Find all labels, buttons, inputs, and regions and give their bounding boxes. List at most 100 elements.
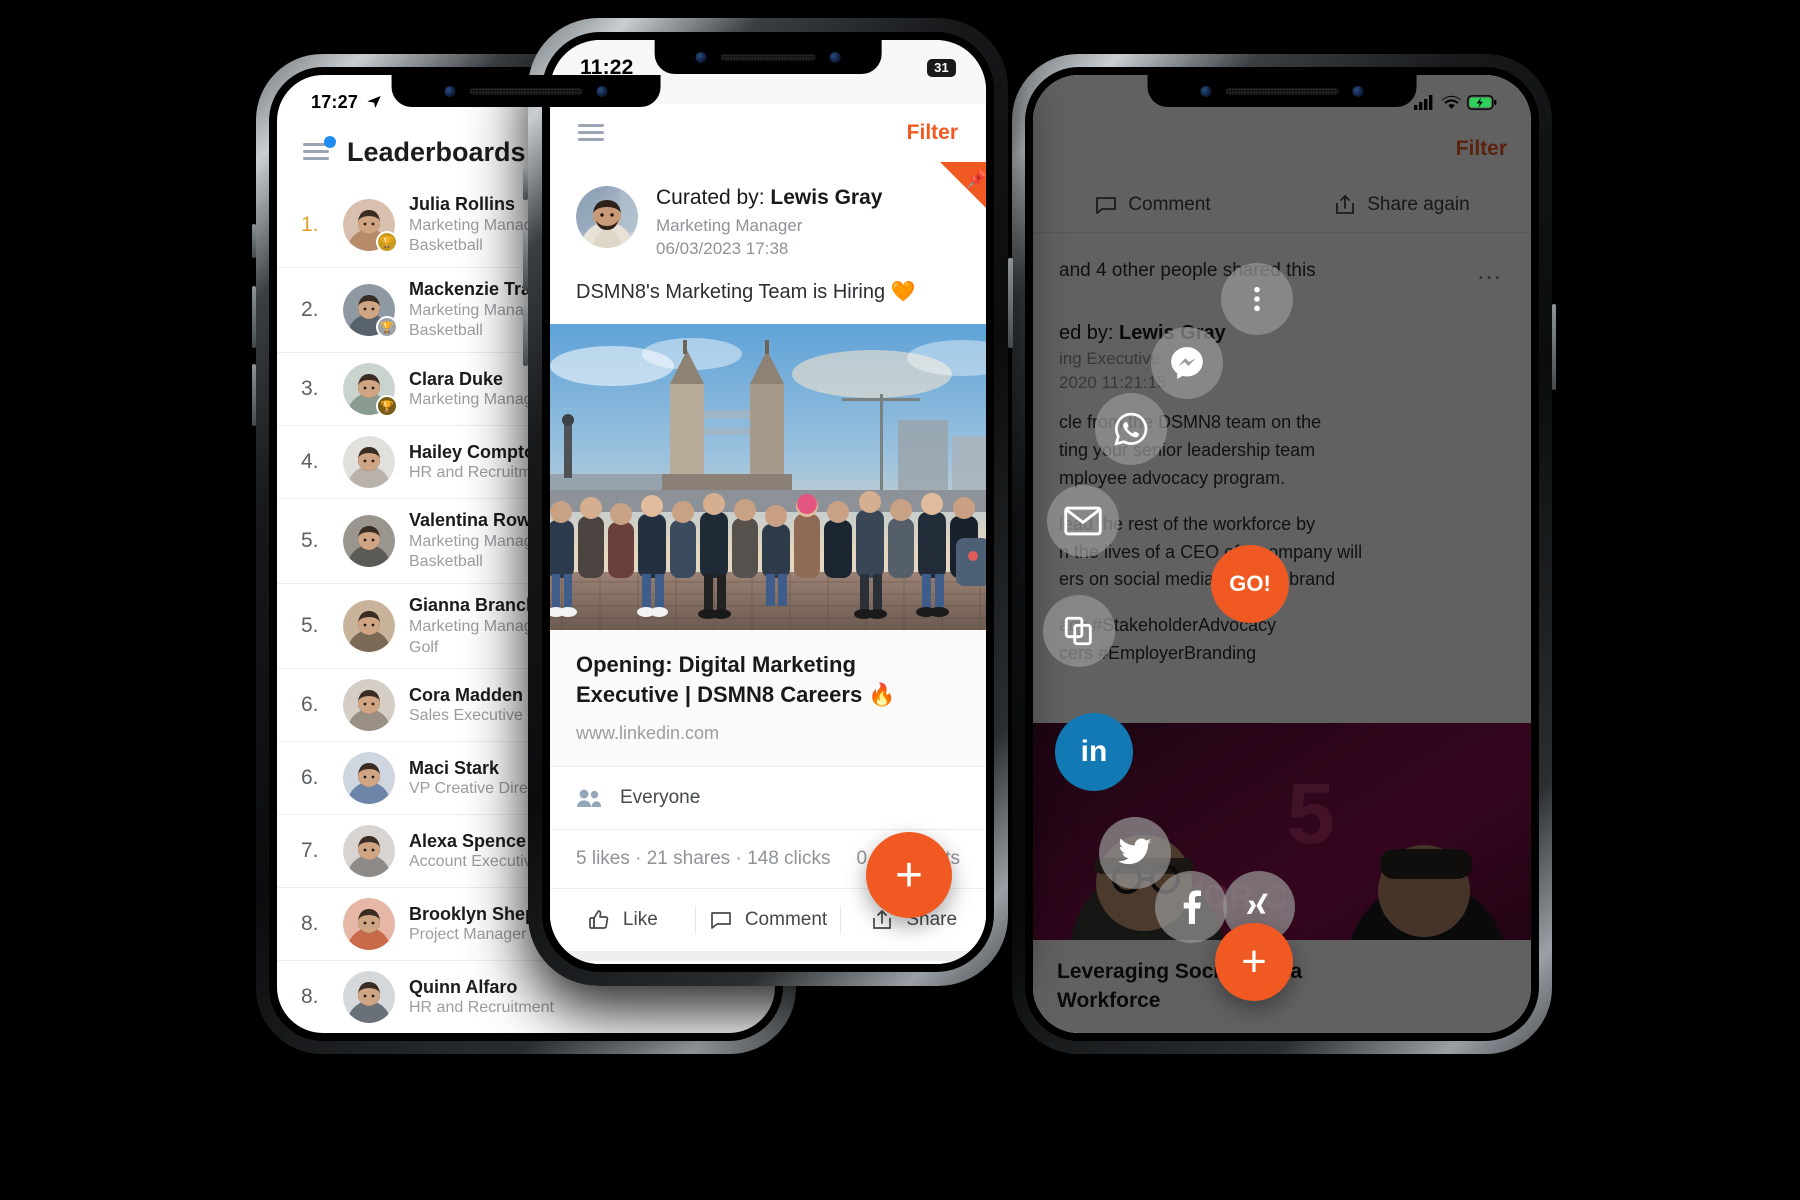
avatar xyxy=(343,825,395,878)
filter-button[interactable]: Filter xyxy=(907,121,958,145)
twitter-share-button[interactable] xyxy=(1099,817,1171,889)
leaderboard-role: Account Executive xyxy=(409,853,541,871)
post-body-text: DSMN8's Marketing Team is Hiring 🧡 xyxy=(576,281,916,303)
notch xyxy=(1147,75,1417,107)
audience-row: Everyone xyxy=(550,767,986,831)
link-preview-title: Opening: Digital Marketing Executive | D… xyxy=(576,652,896,707)
xing-icon xyxy=(1246,893,1268,914)
leaderboard-rank: 5. xyxy=(301,614,319,638)
power-button[interactable] xyxy=(1008,258,1013,348)
go-button-label: GO! xyxy=(1229,571,1271,596)
go-button[interactable]: GO! xyxy=(1211,545,1289,623)
leaderboard-name: Cora Madden xyxy=(409,684,524,705)
facebook-share-button[interactable] xyxy=(1155,871,1227,943)
hamburger-menu-icon[interactable] xyxy=(303,136,336,161)
face-id-sensor-icon xyxy=(596,85,608,97)
leaderboard-name: Clara Duke xyxy=(409,368,504,389)
avatar xyxy=(343,752,395,805)
avatar-image xyxy=(343,679,395,732)
plus-icon: + xyxy=(894,848,924,902)
volume-up-button[interactable] xyxy=(523,230,528,290)
avatar-image xyxy=(343,600,395,653)
leaderboard-person: Clara Duke Marketing Manager xyxy=(409,368,547,411)
curator-name-line: Curated by: Lewis Gray xyxy=(656,186,883,209)
whatsapp-icon xyxy=(1114,412,1148,446)
front-camera-icon xyxy=(1200,85,1212,97)
trophy-badge-icon: 🏆 xyxy=(376,231,398,254)
earpiece-speaker xyxy=(720,53,816,61)
leaderboard-rank: 7. xyxy=(301,839,319,863)
messenger-share-button[interactable] xyxy=(1151,327,1223,399)
leaderboard-rank: 8. xyxy=(301,912,319,936)
messenger-icon xyxy=(1171,347,1203,379)
leaderboard-name: Alexa Spence xyxy=(409,830,527,851)
avatar xyxy=(343,436,395,489)
leaderboard-role: Marketing Manager xyxy=(409,391,547,409)
avatar: 🏆 xyxy=(343,284,398,339)
more-options-button[interactable] xyxy=(1221,263,1293,335)
front-camera-icon xyxy=(695,51,707,63)
avatar xyxy=(343,679,395,732)
copy-icon xyxy=(1064,616,1092,646)
linkedin-share-button[interactable]: in xyxy=(1055,713,1133,791)
power-button[interactable] xyxy=(1552,304,1556,390)
right-phone-screen: Filter Comment xyxy=(1033,75,1531,1033)
battery-charging-icon xyxy=(1467,94,1497,110)
leaderboard-rank: 1. xyxy=(301,213,319,237)
avatar xyxy=(343,898,395,951)
link-preview-url: www.linkedin.com xyxy=(576,723,720,744)
facebook-icon xyxy=(1183,890,1202,924)
face-id-sensor-icon xyxy=(1352,85,1364,97)
avatar-image xyxy=(343,752,395,805)
avatar-image xyxy=(343,898,395,951)
wifi-icon xyxy=(1442,95,1461,109)
mute-switch[interactable] xyxy=(523,168,528,200)
mute-switch[interactable] xyxy=(252,224,256,258)
hamburger-menu-icon[interactable] xyxy=(578,124,604,142)
like-button[interactable]: Like xyxy=(550,908,695,932)
comment-label: Comment xyxy=(744,909,828,931)
like-label: Like xyxy=(622,909,658,931)
comment-bubble-icon xyxy=(710,912,731,930)
leaderboard-rank: 2. xyxy=(301,298,319,322)
whatsapp-share-button[interactable] xyxy=(1095,393,1167,465)
avatar xyxy=(343,600,395,653)
leaderboard-role: Sales Executive xyxy=(409,707,523,725)
post-stats: 5 likes · 21 shares · 148 clicks xyxy=(576,848,831,870)
volume-up-button[interactable] xyxy=(252,286,256,348)
email-share-button[interactable] xyxy=(1047,485,1119,557)
volume-down-button[interactable] xyxy=(252,364,256,426)
ellipsis-vertical-icon xyxy=(1254,286,1260,312)
people-icon xyxy=(577,789,601,808)
avatar-image xyxy=(343,825,395,878)
right-app-content: Filter Comment xyxy=(1033,75,1531,1033)
screenshot-root: 17:27 Leaderboards 1. 🏆 Julia Rollins Ma… xyxy=(0,0,1800,1200)
volume-down-button[interactable] xyxy=(523,306,528,366)
avatar-image xyxy=(343,971,395,1024)
notch xyxy=(391,75,661,107)
notification-dot-badge xyxy=(324,136,336,148)
center-feed-scroll[interactable]: Filter 📌 Curated by: Lewis Gray Marketin… xyxy=(550,40,986,964)
leaderboard-rank: 6. xyxy=(301,693,319,717)
avatar xyxy=(343,971,395,1024)
post-hero-image[interactable] xyxy=(550,324,986,630)
page-title: Leaderboards xyxy=(347,136,526,167)
cellular-bars-icon xyxy=(1414,94,1433,110)
linkedin-icon: in xyxy=(1080,735,1108,768)
thumbs-up-icon xyxy=(589,910,609,930)
pinned-corner-ribbon: 📌 xyxy=(940,162,986,208)
comment-button[interactable]: Comment xyxy=(696,908,841,932)
next-feed-post[interactable]: Curated by: Bradley Keenan CEO xyxy=(550,951,986,964)
earpiece-speaker xyxy=(1225,87,1339,95)
link-preview[interactable]: Opening: Digital Marketing Executive | D… xyxy=(550,630,986,768)
copy-link-button[interactable] xyxy=(1043,595,1115,667)
notch xyxy=(654,40,882,74)
trophy-badge-icon: 🏆 xyxy=(376,395,398,418)
avatar xyxy=(576,186,638,248)
plus-icon: + xyxy=(1241,937,1267,986)
left-status-time: 17:27 xyxy=(311,91,359,112)
right-add-post-fab[interactable]: + xyxy=(1215,923,1293,1001)
center-add-post-fab[interactable]: + xyxy=(866,832,952,918)
leaderboard-person: Cora Madden Sales Executive xyxy=(409,684,523,727)
pin-icon: 📌 xyxy=(966,170,986,189)
